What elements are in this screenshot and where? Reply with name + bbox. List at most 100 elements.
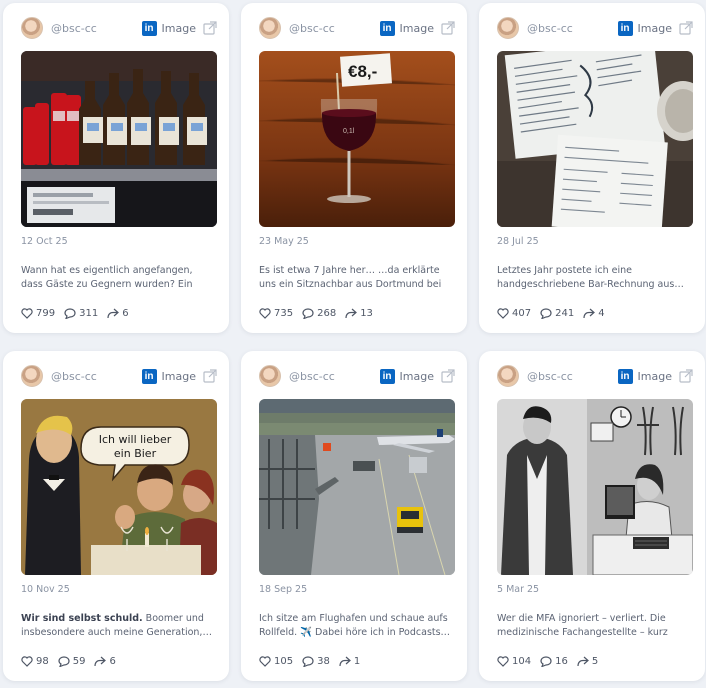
linkedin-icon: in [617,368,633,384]
shares-count: 5 [591,656,599,667]
external-link-icon[interactable] [441,21,455,35]
shares-stat[interactable]: 6 [107,308,129,319]
shares-stat[interactable]: 6 [94,656,116,667]
excerpt-text: Letztes Jahr postete ich eine handgeschr… [497,265,684,290]
linkedin-icon: in [141,368,157,384]
wine-glass-photo: €8,- 0,1l [259,51,455,227]
excerpt-text: Wann hat es eigentlich angefangen, dass … [21,265,193,290]
post-card[interactable]: @bsc-cc in Image Ich will lieber ein Bie… [3,351,229,681]
comments-stat[interactable]: 241 [540,308,574,319]
linkedin-icon: in [379,20,395,36]
external-link-icon[interactable] [441,369,455,383]
likes-stat[interactable]: 799 [21,308,55,319]
post-excerpt: Wer die MFA ignoriert – verliert. Die me… [497,612,691,640]
post-image[interactable] [21,51,217,227]
post-image[interactable] [259,399,455,575]
likes-count: 105 [274,656,294,667]
comments-stat[interactable]: 59 [58,656,86,667]
comment-icon [64,308,76,319]
excerpt-text: Es ist etwa 7 Jahre her… …da erklärte un… [259,265,442,290]
card-header: @bsc-cc in Image [259,365,455,387]
post-date: 12 Oct 25 [21,236,68,247]
author-handle: @bsc-cc [527,369,573,383]
post-card[interactable]: @bsc-cc in Image [241,3,467,333]
shares-stat[interactable]: 13 [345,308,373,319]
external-link-icon[interactable] [679,21,693,35]
likes-count: 407 [512,308,532,319]
excerpt-bold: Wir sind selbst schuld. [21,613,143,624]
svg-text:0,1l: 0,1l [343,128,355,135]
shares-stat[interactable]: 5 [577,656,598,667]
card-header: @bsc-cc in Image [497,365,693,387]
comments-count: 311 [79,308,99,319]
post-image[interactable] [497,399,693,575]
heart-icon [497,656,509,667]
author-handle: @bsc-cc [527,21,573,35]
comment-icon [540,308,552,319]
share-icon [345,308,358,319]
linkedin-icon: in [617,20,633,36]
avatar [259,17,281,39]
post-date: 23 May 25 [259,236,309,247]
post-excerpt: Wir sind selbst schuld. Boomer und insbe… [21,612,215,640]
comment-icon [302,656,314,667]
share-icon [339,656,351,667]
external-link-icon[interactable] [679,369,693,383]
likes-count: 799 [36,308,56,319]
heart-icon [497,308,509,319]
post-card[interactable]: @bsc-cc in Image [479,3,705,333]
shares-stat[interactable]: 4 [583,308,605,319]
post-card[interactable]: @bsc-cc in Image [479,351,705,681]
share-icon [94,656,107,667]
author-handle: @bsc-cc [289,369,335,383]
post-stats: 407 241 4 [497,308,614,319]
likes-stat[interactable]: 105 [259,656,293,667]
comments-count: 59 [72,656,86,667]
likes-stat[interactable]: 407 [497,308,531,319]
post-excerpt: Es ist etwa 7 Jahre her… …da erklärte un… [259,264,453,292]
post-image[interactable] [497,51,693,227]
post-excerpt: Wann hat es eigentlich angefangen, dass … [21,264,215,292]
author-handle: @bsc-cc [289,21,335,35]
comic-illustration: Ich will lieber ein Bier [21,399,217,575]
post-image[interactable]: €8,- 0,1l [259,51,455,227]
author-handle: @bsc-cc [51,21,97,35]
shares-count: 13 [360,308,373,319]
comment-icon [540,656,552,667]
author-handle: @bsc-cc [51,369,97,383]
comments-stat[interactable]: 38 [302,656,330,667]
likes-stat[interactable]: 104 [497,656,531,667]
likes-stat[interactable]: 98 [21,656,49,667]
shares-stat[interactable]: 1 [339,656,360,667]
shares-count: 4 [598,308,605,319]
likes-stat[interactable]: 735 [259,308,293,319]
linkedin-icon: in [379,368,395,384]
comments-count: 241 [555,308,575,319]
post-card[interactable]: @bsc-cc in Image [241,351,467,681]
comment-icon [58,656,70,667]
post-stats: 105 38 1 [259,656,369,667]
post-image[interactable]: Ich will lieber ein Bier [21,399,217,575]
card-header: @bsc-cc in Image [259,17,455,39]
post-excerpt: Letztes Jahr postete ich eine handgeschr… [497,264,691,292]
avatar [21,365,43,387]
card-header: @bsc-cc in Image [497,17,693,39]
avatar [259,365,281,387]
post-stats: 104 16 5 [497,656,607,667]
share-icon [577,656,589,667]
heart-icon [259,308,271,319]
comments-count: 268 [317,308,337,319]
post-stats: 799 311 6 [21,308,138,319]
shares-count: 6 [109,656,116,667]
comments-stat[interactable]: 311 [64,308,98,319]
post-card[interactable]: @bsc-cc in Image [3,3,229,333]
post-date: 28 Jul 25 [497,236,539,247]
post-date: 5 Mar 25 [497,584,540,595]
heart-icon [21,656,33,667]
comments-stat[interactable]: 16 [540,656,568,667]
speech-bubble-line2: ein Bier [114,447,157,460]
external-link-icon[interactable] [203,21,217,35]
external-link-icon[interactable] [203,369,217,383]
post-type-label: Image [161,369,196,383]
comments-stat[interactable]: 268 [302,308,336,319]
